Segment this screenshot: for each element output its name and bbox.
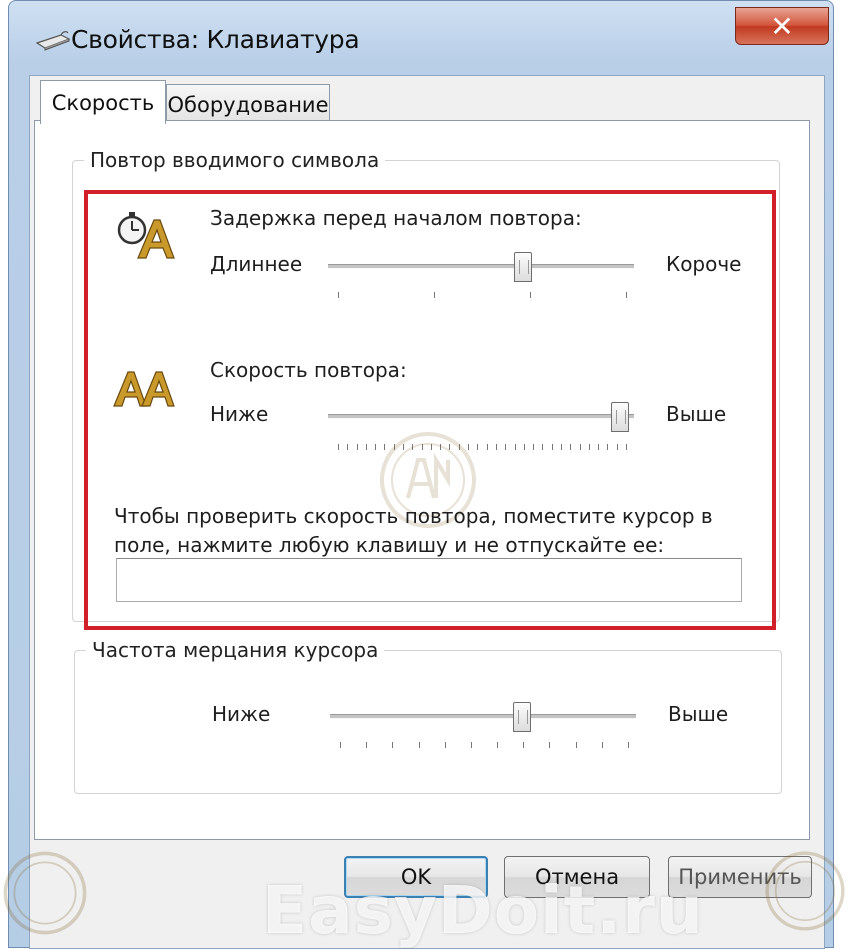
slider-tick — [444, 742, 446, 748]
slider-tick — [338, 292, 339, 298]
test-instructions: Чтобы проверить скорость повтора, помест… — [114, 504, 713, 557]
slider-tick — [497, 742, 499, 748]
tab-hardware-label: Оборудование — [167, 92, 329, 117]
corner-seal-right-icon — [765, 851, 845, 931]
slider-tick — [530, 292, 531, 298]
slider-tick — [607, 444, 609, 450]
slider-tick — [356, 444, 358, 450]
rate-min-label: Ниже — [210, 402, 269, 426]
tab-speed-label: Скорость — [51, 90, 155, 115]
slider-tick — [575, 742, 577, 748]
keyboard-icon — [35, 31, 71, 51]
delay-min-label: Длиннее — [210, 252, 303, 276]
slider-tick — [347, 444, 349, 450]
slider-tick — [616, 444, 618, 450]
double-letter-a-icon — [113, 371, 175, 407]
blink-min-label: Ниже — [212, 702, 271, 726]
blink-group-title: Частота мерцания курсора — [86, 638, 385, 662]
slider-tick — [626, 444, 627, 450]
delay-max-label: Короче — [666, 252, 742, 276]
slider-tick — [470, 742, 472, 748]
tab-speed[interactable]: Скорость — [40, 80, 166, 124]
slider-tick — [514, 444, 516, 450]
slider-tick — [338, 444, 339, 450]
rate-max-label: Выше — [666, 402, 727, 426]
slider-tick — [570, 444, 572, 450]
slider-tick — [549, 742, 551, 748]
corner-seal-left-icon — [3, 851, 87, 935]
delay-slider-ticks — [338, 292, 627, 300]
close-icon: ✕ — [770, 10, 794, 42]
slider-tick — [523, 444, 525, 450]
slider-tick — [392, 742, 394, 748]
slider-tick — [434, 292, 435, 298]
title-bar[interactable]: Свойства: Клавиатура ✕ — [9, 1, 833, 73]
delay-slider-track[interactable] — [328, 264, 634, 269]
blink-slider-track[interactable] — [330, 714, 636, 719]
delay-label: Задержка перед началом повтора: — [210, 206, 582, 230]
blink-slider-ticks — [340, 742, 629, 750]
rate-slider-track[interactable] — [328, 414, 634, 419]
close-button[interactable]: ✕ — [735, 7, 829, 45]
slider-tick — [505, 444, 507, 450]
slider-tick — [560, 444, 562, 450]
rate-label: Скорость повтора: — [210, 358, 407, 382]
slider-tick — [495, 444, 497, 450]
slider-tick — [375, 444, 377, 450]
slider-tick — [626, 292, 627, 298]
site-watermark: EasyDoit.ru — [262, 872, 704, 949]
rate-slider-thumb[interactable] — [611, 402, 629, 432]
slider-tick — [366, 742, 368, 748]
blink-max-label: Выше — [668, 702, 729, 726]
slider-tick — [523, 742, 525, 748]
slider-tick — [598, 444, 600, 450]
slider-tick — [628, 742, 629, 748]
slider-tick — [340, 742, 341, 748]
blink-slider-thumb[interactable] — [512, 702, 531, 732]
delay-slider-thumb[interactable] — [513, 252, 532, 282]
slider-tick — [486, 444, 488, 450]
slider-tick — [551, 444, 553, 450]
repeat-test-input[interactable] — [116, 558, 742, 602]
tab-hardware[interactable]: Оборудование — [166, 84, 330, 124]
window-title: Свойства: Клавиатура — [71, 25, 360, 54]
repeat-group-title: Повтор вводимого символа — [84, 148, 386, 172]
stopwatch-letter-a-icon — [117, 212, 175, 259]
slider-tick — [542, 444, 544, 450]
slider-tick — [601, 742, 603, 748]
slider-tick — [579, 444, 581, 450]
slider-tick — [418, 742, 420, 748]
slider-tick — [588, 444, 590, 450]
slider-tick — [533, 444, 535, 450]
slider-tick — [365, 444, 367, 450]
